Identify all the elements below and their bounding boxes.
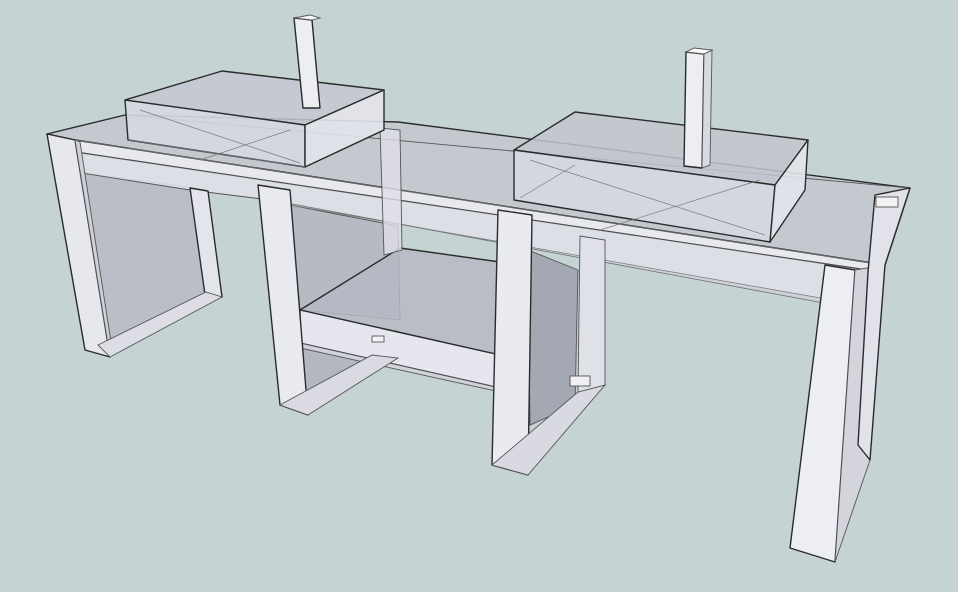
model-canvas[interactable] — [0, 0, 958, 592]
right-end-cap — [875, 196, 899, 208]
right-faucet-side — [701, 49, 713, 169]
right-faucet-front — [683, 51, 705, 169]
right-faucet[interactable] — [683, 47, 714, 169]
back-right-foot — [569, 375, 591, 387]
shelf-handle — [371, 335, 385, 343]
back-right-leg — [577, 235, 606, 393]
center-right-leg — [491, 209, 533, 476]
3d-viewport[interactable] — [0, 0, 958, 592]
center-back-leg — [379, 127, 403, 256]
